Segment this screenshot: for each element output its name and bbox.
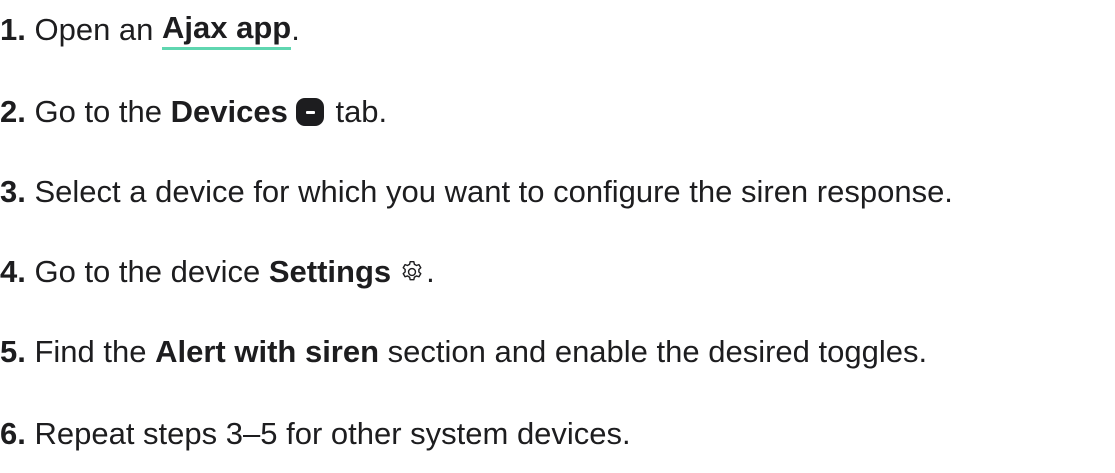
step-4: 4. Go to the device Settings . [0,248,435,296]
step-6: 6. Repeat steps 3–5 for other system dev… [0,410,631,458]
step-number: 6. [0,416,26,451]
step-5: 5. Find the Alert with siren section and… [0,328,927,376]
step-text: . [426,254,435,289]
step-text: Find the [25,334,156,369]
step-number: 1. [0,12,26,47]
step-text: section and enable the desired toggles. [379,334,928,369]
step-text: tab. [326,94,388,129]
step-text: Go to the device [25,254,269,289]
step-2: 2. Go to the Devices tab. [0,88,387,136]
devices-label: Devices [170,94,288,129]
devices-tab-icon [295,98,324,126]
alert-with-siren-label: Alert with siren [155,334,380,369]
step-1: 1. Open an Ajax app. [0,6,300,54]
instruction-steps: 1. Open an Ajax app. 2. Go to the Device… [0,0,1115,473]
step-text: . [291,12,300,47]
step-number: 5. [0,334,26,369]
step-text: Select a device for which you want to co… [25,174,953,209]
ajax-app-link[interactable]: Ajax app [162,10,292,50]
step-3: 3. Select a device for which you want to… [0,168,953,216]
step-number: 3. [0,174,26,209]
step-number: 4. [0,254,26,289]
step-text: Open an [25,12,163,47]
step-text: Go to the [25,94,171,129]
step-text: Repeat steps 3–5 for other system device… [25,416,631,451]
settings-label: Settings [268,254,392,289]
step-number: 2. [0,94,26,129]
gear-icon [399,259,425,285]
